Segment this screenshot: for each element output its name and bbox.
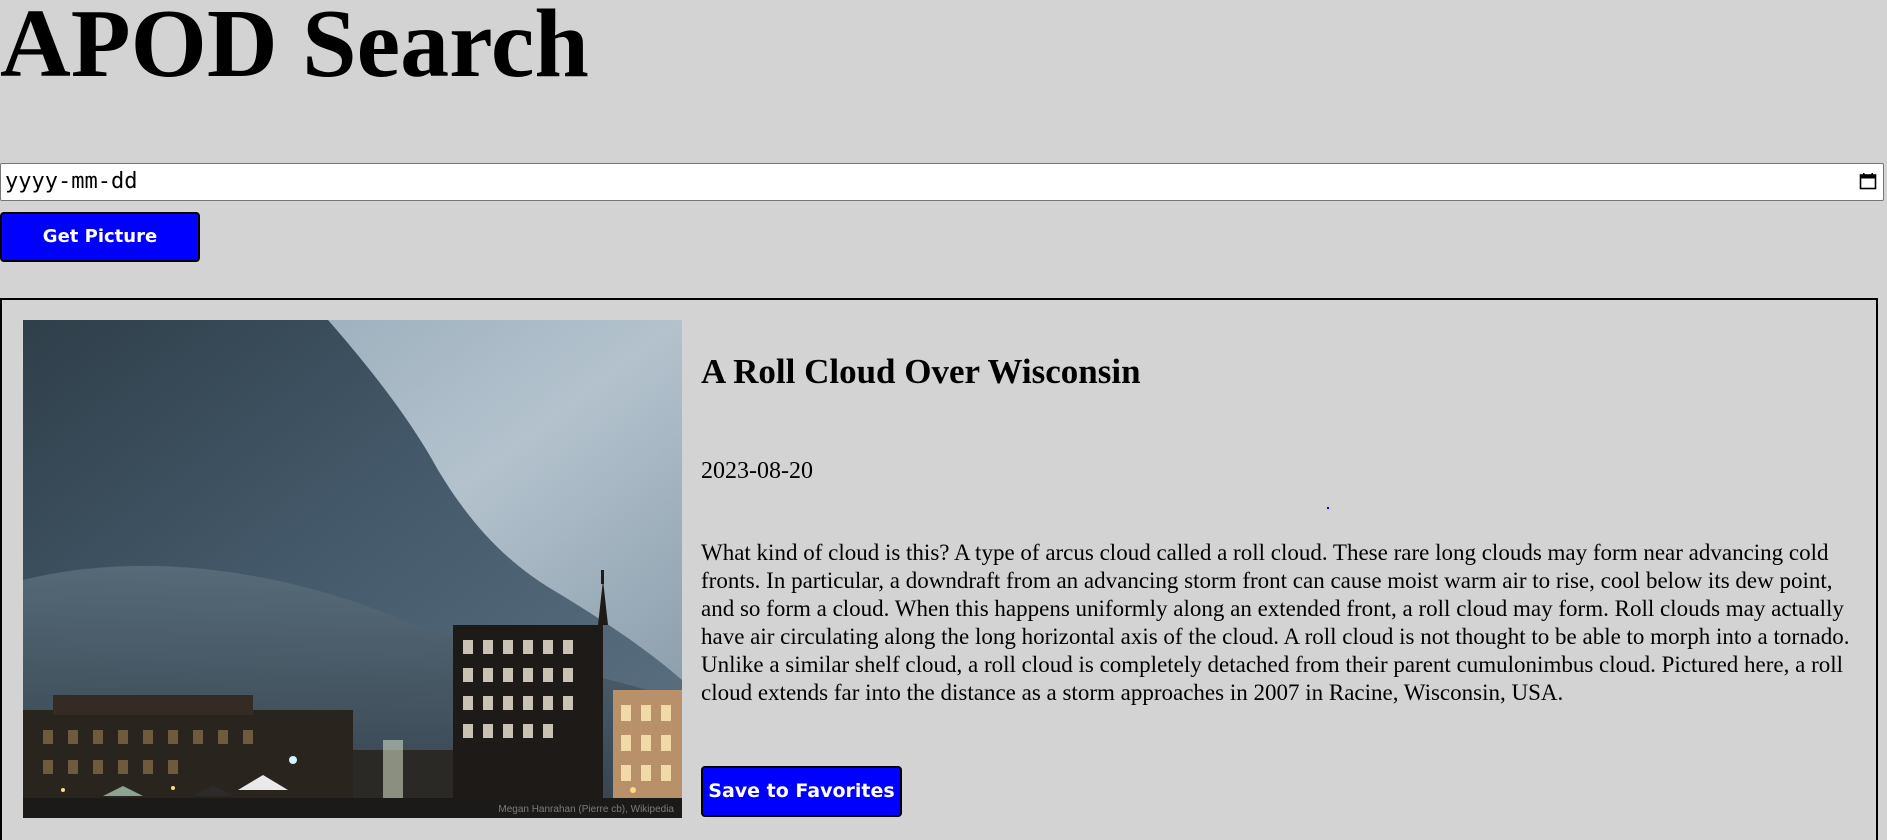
date-input[interactable]: yyyy-mm-dd — [0, 163, 1884, 201]
save-to-favorites-button[interactable]: Save to Favorites — [701, 766, 902, 817]
date-placeholder: yyyy-mm-dd — [5, 169, 138, 194]
image-credit: Megan Hanrahan (Pierre cb), Wikipedia — [498, 804, 674, 815]
apod-date: 2023-08-20 — [701, 458, 813, 484]
apod-image: Megan Hanrahan (Pierre cb), Wikipedia — [23, 320, 682, 818]
get-picture-button[interactable]: Get Picture — [0, 212, 200, 262]
apod-explanation: What kind of cloud is this? A type of ar… — [701, 540, 1850, 705]
apod-card: Megan Hanrahan (Pierre cb), Wikipedia A … — [0, 298, 1878, 840]
apod-title: A Roll Cloud Over Wisconsin — [701, 352, 1141, 391]
page-title: APOD Search — [0, 0, 589, 98]
stray-dot — [1327, 507, 1329, 509]
calendar-icon[interactable] — [1859, 172, 1877, 190]
